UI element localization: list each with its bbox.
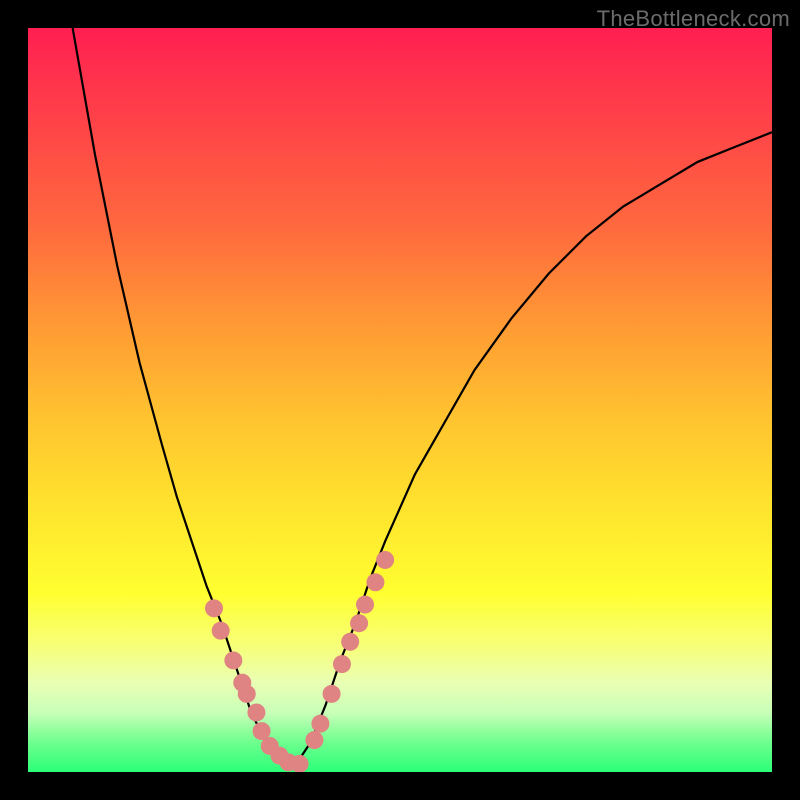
data-point bbox=[205, 599, 223, 617]
curve-left-branch bbox=[73, 28, 296, 765]
chart-svg bbox=[28, 28, 772, 772]
data-point bbox=[366, 573, 384, 591]
data-point bbox=[333, 655, 351, 673]
data-point bbox=[350, 614, 368, 632]
curve-right-branch bbox=[296, 132, 772, 764]
data-point bbox=[247, 703, 265, 721]
data-point bbox=[212, 622, 230, 640]
plot-area bbox=[28, 28, 772, 772]
data-point bbox=[376, 551, 394, 569]
data-point bbox=[305, 731, 323, 749]
data-point bbox=[341, 633, 359, 651]
scatter-left-dots bbox=[205, 599, 309, 772]
scatter-right-dots bbox=[305, 551, 394, 749]
data-point bbox=[224, 651, 242, 669]
data-point bbox=[356, 596, 374, 614]
data-point bbox=[311, 715, 329, 733]
data-point bbox=[323, 685, 341, 703]
data-point bbox=[291, 755, 309, 772]
data-point bbox=[238, 685, 256, 703]
outer-frame: TheBottleneck.com bbox=[0, 0, 800, 800]
